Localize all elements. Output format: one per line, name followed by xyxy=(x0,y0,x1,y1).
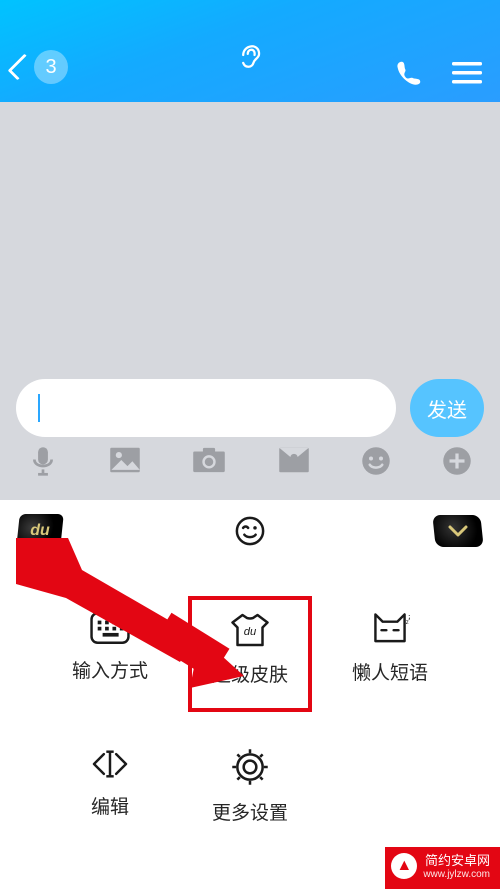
emoji-icon[interactable] xyxy=(361,446,391,476)
sleeping-cat-icon: z z xyxy=(370,612,410,646)
keyboard-menu-grid: 输入方式 du 超级皮肤 z z 懒人短语 xyxy=(40,612,460,840)
watermark: ▲ 简约安卓网 www.jylzw.com xyxy=(385,847,500,889)
unread-badge: 3 xyxy=(34,50,68,84)
menu-label: 更多设置 xyxy=(212,798,288,825)
baidu-ime-logo[interactable] xyxy=(16,514,64,548)
svg-text:z: z xyxy=(406,620,409,626)
menu-label: 输入方式 xyxy=(72,656,148,683)
menu-label: 编辑 xyxy=(91,792,129,819)
menu-item-more-settings[interactable]: 更多设置 xyxy=(180,748,320,840)
menu-label: 超级皮肤 xyxy=(212,660,288,687)
red-envelope-icon[interactable] xyxy=(278,446,310,474)
send-label: 发送 xyxy=(427,394,467,423)
input-bar: 发送 xyxy=(0,370,500,446)
svg-text:du: du xyxy=(244,626,257,638)
tshirt-icon: du xyxy=(230,612,270,648)
text-cursor xyxy=(38,394,40,422)
watermark-url: www.jylzw.com xyxy=(423,868,490,882)
menu-item-input-method[interactable]: 输入方式 xyxy=(40,612,180,704)
chat-header: 3 xyxy=(0,0,500,102)
collapse-keyboard-button[interactable] xyxy=(432,515,483,547)
menu-item-lazy-phrases[interactable]: z z 懒人短语 xyxy=(320,612,460,704)
menu-item-super-skin[interactable]: du 超级皮肤 xyxy=(180,612,320,704)
chevron-down-icon xyxy=(448,524,468,538)
keyboard-icon xyxy=(90,612,130,644)
image-icon[interactable] xyxy=(109,446,141,474)
unread-count: 3 xyxy=(45,56,56,79)
hamburger-menu-icon[interactable] xyxy=(452,61,482,85)
back-button[interactable]: 3 xyxy=(14,50,68,84)
attachment-toolbar xyxy=(0,446,500,500)
wink-emoji-icon[interactable] xyxy=(235,516,265,546)
gear-icon xyxy=(231,748,269,786)
voice-icon[interactable] xyxy=(28,446,58,478)
message-input[interactable] xyxy=(16,379,396,437)
menu-empty-cell xyxy=(320,748,460,840)
send-button[interactable]: 发送 xyxy=(410,379,484,437)
header-actions xyxy=(394,58,482,88)
ear-icon[interactable] xyxy=(236,38,264,72)
chevron-left-icon xyxy=(8,54,35,81)
keyboard-top-strip xyxy=(0,500,500,562)
watermark-title: 简约安卓网 xyxy=(425,854,490,868)
android-icon: ▲ xyxy=(391,853,417,879)
keyboard-menu-panel: 输入方式 du 超级皮肤 z z 懒人短语 xyxy=(0,562,500,889)
chat-body[interactable] xyxy=(0,102,500,370)
plus-icon[interactable] xyxy=(442,446,472,476)
menu-label: 懒人短语 xyxy=(352,658,428,685)
menu-item-edit[interactable]: 编辑 xyxy=(40,748,180,840)
camera-icon[interactable] xyxy=(192,446,226,474)
phone-icon[interactable] xyxy=(394,58,424,88)
edit-cursor-icon xyxy=(90,748,130,780)
